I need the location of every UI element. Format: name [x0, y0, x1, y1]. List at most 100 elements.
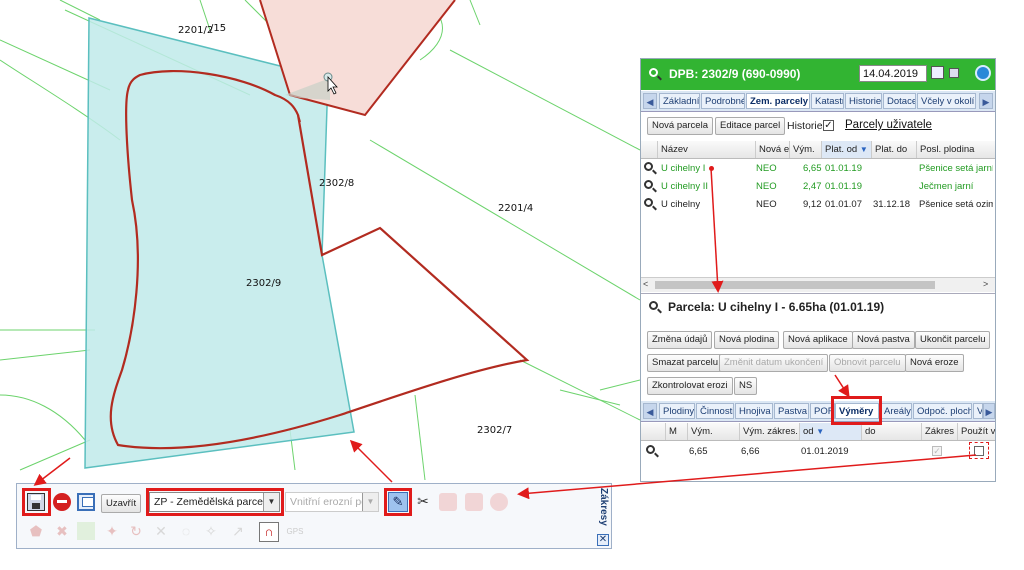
- tab-zem-parcely[interactable]: Zem. parcely: [746, 93, 810, 109]
- calendar-icon[interactable]: [931, 66, 944, 79]
- close-icon[interactable]: ✕: [597, 534, 609, 546]
- col-from[interactable]: od ▼: [799, 423, 861, 440]
- new-parcel-button[interactable]: Nová parcela: [647, 117, 713, 135]
- scroll-right-icon[interactable]: >: [983, 279, 988, 289]
- ns-button[interactable]: NS: [734, 377, 758, 395]
- row-drawn-area: 6,66: [741, 446, 760, 457]
- tab-katastr[interactable]: Katastr: [811, 93, 844, 109]
- tab-zakladni[interactable]: Základní: [659, 93, 700, 109]
- col-m[interactable]: M: [665, 423, 687, 440]
- new-erosion-button[interactable]: Nová eroze: [905, 354, 964, 372]
- row-area: 6,65: [803, 163, 822, 174]
- row-new: NEO: [756, 199, 777, 210]
- row-from: 01.01.2019: [801, 446, 849, 457]
- tab-odpoc-ploch[interactable]: Odpoč. ploch: [913, 403, 972, 419]
- grid-horizontal-scrollbar[interactable]: < >: [641, 277, 995, 292]
- tab-dotace[interactable]: Dotace: [883, 93, 916, 109]
- zoom-icon[interactable]: [644, 180, 653, 189]
- col-name[interactable]: Název: [657, 141, 755, 158]
- col-new[interactable]: Nová e: [755, 141, 789, 158]
- table-row[interactable]: U cihelny I NEO 6,65 01.01.19 Pšenice se…: [641, 160, 995, 178]
- col-drawn-area[interactable]: Vým. zákres.: [739, 423, 799, 440]
- history-label: Historie: [787, 120, 823, 132]
- row-new: NEO: [756, 163, 777, 174]
- zoom-icon[interactable]: [644, 198, 653, 207]
- check-erosion-button[interactable]: Zkontrolovat erozi: [647, 377, 733, 395]
- tab-pastva[interactable]: Pastva: [774, 403, 809, 419]
- tab-hnojiva[interactable]: Hnojiva: [735, 403, 773, 419]
- col-area[interactable]: Vým.: [687, 423, 739, 440]
- scroll-thumb[interactable]: [655, 281, 935, 289]
- subtab-scroll-right-icon[interactable]: ▶: [983, 403, 995, 419]
- rotate-icon: ↻: [130, 523, 142, 539]
- area-icon: [77, 522, 95, 540]
- parcel-panel: DPB: 2302/9 (690-0990) 14.04.2019 ◀ Zákl…: [640, 58, 996, 482]
- new-application-button[interactable]: Nová aplikace: [783, 331, 853, 349]
- tab-plodiny[interactable]: Plodiny: [659, 403, 695, 419]
- tab-historie[interactable]: Historie: [845, 93, 882, 109]
- search-icon[interactable]: [649, 301, 658, 310]
- zoom-icon[interactable]: [644, 162, 653, 171]
- change-end-date-button[interactable]: Změnit datum ukončení: [719, 354, 829, 372]
- zoom-icon[interactable]: [646, 445, 655, 454]
- drawing-toolbar: Uzavřít ZP - Zemědělská parcela ▼ Vnitřn…: [16, 483, 612, 549]
- map-label: 2201/2: [178, 25, 213, 36]
- close-drawing-button[interactable]: Uzavřít: [101, 494, 142, 513]
- parcel-subtabs: ◀ Plodiny Činnosti Hnojiva Pastva POR Vý…: [641, 401, 995, 422]
- new-pasture-button[interactable]: Nová pastva: [852, 331, 915, 349]
- col-area[interactable]: Vým.: [789, 141, 821, 158]
- shape-remove-icon: ✖: [56, 523, 68, 539]
- end-parcel-button[interactable]: Ukončit parcelu: [915, 331, 991, 349]
- table-row[interactable]: U cihelny II NEO 2,47 01.01.19 Ječmen ja…: [641, 178, 995, 196]
- row-area: 6,65: [689, 446, 708, 457]
- tab-more[interactable]: V: [973, 403, 983, 419]
- row-from: 01.01.07: [825, 199, 862, 210]
- buffer-icon: ◌: [181, 523, 191, 539]
- vertex-icon: ✦: [106, 523, 118, 539]
- windows-icon[interactable]: [77, 493, 95, 511]
- tab-cinnosti[interactable]: Činnosti: [696, 403, 734, 419]
- highlight-box: [146, 488, 284, 516]
- row-name: U cihelny: [661, 199, 701, 210]
- split-tool-icon: [465, 493, 483, 511]
- delete-vertex-icon[interactable]: ✂: [414, 492, 432, 510]
- cancel-icon[interactable]: [53, 493, 71, 511]
- row-from: 01.01.19: [825, 181, 862, 192]
- col-use-area[interactable]: Použít vý: [957, 423, 995, 440]
- row-area: 2,47: [803, 181, 822, 192]
- row-to: 31.12.18: [873, 199, 910, 210]
- tab-podrobne[interactable]: Podrobné: [701, 93, 745, 109]
- refresh-icon[interactable]: [975, 65, 991, 81]
- parcel-users-link[interactable]: Parcely uživatele: [845, 119, 932, 132]
- row-name: U cihelny I: [661, 163, 706, 174]
- restore-parcel-button[interactable]: Obnovit parcelu: [829, 354, 906, 372]
- row-crop: Pšenice setá jarní: [919, 163, 993, 174]
- tab-scroll-right-icon[interactable]: ▶: [979, 93, 993, 109]
- subtab-scroll-left-icon[interactable]: ◀: [643, 403, 657, 419]
- divider: [641, 293, 995, 294]
- table-row[interactable]: U cihelny NEO 9,12 01.01.07 31.12.18 Pše…: [641, 196, 995, 214]
- row-area: 9,12: [803, 199, 822, 210]
- col-drawing[interactable]: Zákres: [921, 423, 957, 440]
- snap-icon: ✧: [205, 523, 217, 539]
- date-field[interactable]: 14.04.2019: [859, 65, 927, 82]
- table-row[interactable]: 6,65 6,66 01.01.2019 ✓: [641, 442, 995, 460]
- tab-vcely[interactable]: Včely v okolí: [917, 93, 976, 109]
- parcel-title: Parcela: U cihelny I - 6.65ha (01.01.19): [668, 300, 885, 314]
- search-icon[interactable]: [649, 68, 658, 77]
- tab-arealy[interactable]: Areály: [880, 403, 912, 419]
- magnet-icon[interactable]: ∩: [259, 522, 279, 542]
- col-valid-to[interactable]: Plat. do: [871, 141, 916, 158]
- edit-parcels-button[interactable]: Editace parcel: [715, 117, 786, 135]
- delete-parcel-button[interactable]: Smazat parcelu: [647, 354, 724, 372]
- tab-scroll-left-icon[interactable]: ◀: [643, 93, 657, 109]
- map-label: 2302/9: [246, 278, 281, 289]
- history-checkbox[interactable]: ✓: [823, 120, 834, 131]
- change-data-button[interactable]: Změna údajů: [647, 331, 713, 349]
- col-last-crop[interactable]: Posl. plodina: [916, 141, 995, 158]
- new-crop-button[interactable]: Nová plodina: [714, 331, 780, 349]
- col-to[interactable]: do: [861, 423, 921, 440]
- col-valid-from[interactable]: Plat. od ▼: [821, 141, 871, 158]
- scroll-left-icon[interactable]: <: [643, 279, 648, 289]
- grid-toggle-icon[interactable]: [949, 68, 959, 78]
